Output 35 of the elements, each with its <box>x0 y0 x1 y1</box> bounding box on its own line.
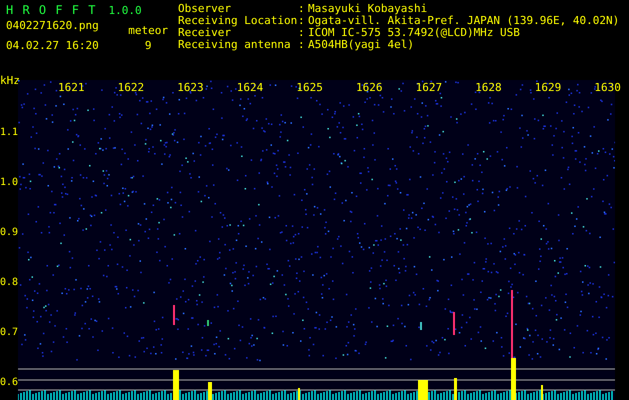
meteor-label: meteor <box>128 24 168 37</box>
x-axis-label: 1621 <box>58 81 84 94</box>
y-axis-label: 0.9 <box>0 227 18 238</box>
info-value: Masayuki Kobayashi <box>308 3 428 15</box>
info-colon: : <box>298 3 306 15</box>
info-colon: : <box>298 27 306 39</box>
x-axis-label: 1623 <box>177 81 204 94</box>
info-label: Receiver <box>178 27 231 39</box>
app-title: H R O F F T <box>6 3 96 17</box>
meteor-count: 9 <box>144 39 152 52</box>
axis-unit: kHz <box>0 74 20 87</box>
x-axis-label: 1628 <box>475 81 502 94</box>
info-label: Receiving Location <box>178 15 298 27</box>
x-axis-label: 1622 <box>118 81 144 94</box>
y-axis-label: 0.6 <box>0 377 18 388</box>
app-version: 1.0.0 <box>108 4 142 17</box>
x-axis-label: 1627 <box>416 81 442 94</box>
date-time: 04.02.27 16:20 <box>6 39 99 52</box>
x-axis-label: 1626 <box>356 81 382 94</box>
info-value: Ogata-vill. Akita-Pref. JAPAN (139.96E, 40.02N) <box>308 15 620 27</box>
info-label: Observer <box>178 3 232 15</box>
file-name: 0402271620.png <box>6 19 99 32</box>
y-axis-label: 1.1 <box>0 127 18 138</box>
y-axis-label: 0.8 <box>0 277 18 288</box>
info-value: ICOM IC-575 53.7492(@LCD)MHz USB <box>308 27 520 39</box>
x-axis-label: 1624 <box>236 81 264 94</box>
x-axis-label: 1630 <box>594 81 621 94</box>
info-value: A504HB(yagi 4el) <box>308 39 414 51</box>
y-axis-label: 1.0 <box>0 177 18 188</box>
x-axis-label: 1625 <box>296 81 323 94</box>
info-colon: : <box>298 15 306 27</box>
y-axis-label: 0.7 <box>0 327 18 338</box>
info-colon: : <box>298 39 306 51</box>
x-axis-label: 1629 <box>534 81 562 94</box>
info-label: Receiving antenna <box>178 39 292 51</box>
